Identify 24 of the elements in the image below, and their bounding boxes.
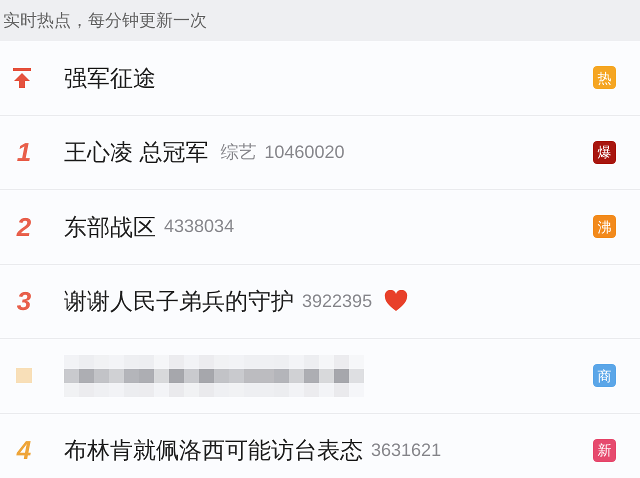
rank-number: 1 xyxy=(16,139,32,166)
topic-title: 谢谢人民子弟兵的守护 xyxy=(64,287,294,316)
heat-count: 3922395 xyxy=(302,290,372,313)
trend-row[interactable]: 3 谢谢人民子弟兵的守护 3922395 xyxy=(0,264,640,339)
trend-row[interactable]: 1 王心凌 总冠军 综艺 10460020 爆 xyxy=(0,116,640,190)
topic-title: 强军征途 xyxy=(64,64,156,92)
rank-number: 3 xyxy=(16,288,32,314)
topic-title: 东部战区 xyxy=(64,212,156,242)
hot-badge: 热 xyxy=(593,66,616,90)
category-label: 综艺 xyxy=(220,140,256,164)
heat-count: 10460020 xyxy=(264,140,344,164)
hot-badge: 爆 xyxy=(593,140,616,164)
pin-top-icon xyxy=(12,66,32,89)
ad-marker-icon xyxy=(16,368,32,384)
hot-badge: 沸 xyxy=(593,215,616,238)
hot-badge: 新 xyxy=(593,438,616,462)
rank-number: 2 xyxy=(15,214,32,240)
rank-number: 4 xyxy=(15,437,32,464)
topic-title: 布林肯就佩洛西可能访台表态 xyxy=(64,436,363,465)
hot-badge: 商 xyxy=(593,364,616,388)
topic-title: 王心凌 总冠军 xyxy=(64,138,208,167)
header-text: 实时热点，每分钟更新一次 xyxy=(3,10,207,32)
heat-count: 4338034 xyxy=(164,215,234,238)
heat-count: 3631621 xyxy=(371,438,442,462)
